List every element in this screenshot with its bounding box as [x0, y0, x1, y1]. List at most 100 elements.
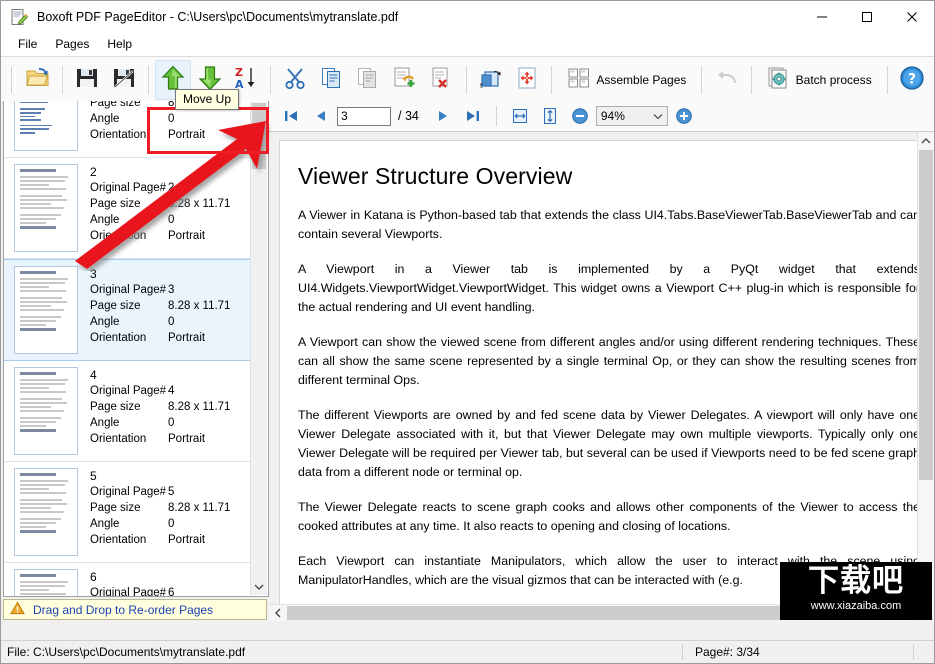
page-size-row: Page size 8.28 x 11.71: [90, 500, 251, 516]
document-paragraph: A Viewport can show the viewed scene fro…: [298, 335, 920, 387]
cut-button[interactable]: [277, 60, 313, 100]
page-size-value: 8.28 x 11.71: [168, 300, 231, 312]
resize-grip[interactable]: [914, 642, 934, 662]
watermark-url: www.xiazaiba.com: [810, 600, 902, 612]
page-navigation-bar: / 34: [269, 101, 934, 132]
page-angle-value: 0: [168, 417, 175, 429]
save-as-disk-icon: [112, 66, 136, 93]
rotate-page-icon: t: [478, 66, 504, 93]
help-button[interactable]: ?: [894, 60, 930, 100]
batch-gear-icon: [767, 66, 791, 93]
insert-pages-button[interactable]: [387, 60, 423, 100]
page-angle-value: 0: [168, 518, 175, 530]
page-original-number-row: Original Page# 6: [90, 585, 251, 596]
chevron-down-icon: [653, 109, 663, 123]
page-original-number-value: 4: [168, 385, 175, 397]
toolbar-separator: [62, 65, 64, 94]
reorder-hint-text: Drag and Drop to Re-order Pages: [33, 602, 214, 617]
page-thumbnail-row[interactable]: 3 Original Page# 3 Page size 8.28 x 11.71 Ang…: [4, 259, 251, 361]
zoom-out-button[interactable]: [566, 103, 594, 129]
page-size-label: Page size: [90, 198, 141, 210]
page-original-number-value: 2: [168, 182, 175, 194]
warning-triangle-icon: [10, 601, 25, 618]
rotate-pages-button[interactable]: t: [473, 60, 509, 100]
page-size-value: 8.28 x 11.71: [168, 502, 231, 514]
page-angle-value: 0: [168, 113, 175, 125]
fit-width-button[interactable]: [506, 103, 534, 129]
toolbar-separator: [148, 65, 149, 94]
fit-height-button[interactable]: [536, 103, 564, 129]
zoom-value: 94%: [600, 109, 625, 123]
maximize-button[interactable]: [844, 1, 889, 33]
page-orientation-value: Portrait: [168, 534, 206, 546]
viewer-vertical-scrollbar[interactable]: [917, 132, 934, 605]
assemble-pages-icon: [567, 66, 591, 93]
page-original-number-row: Original Page# 2: [90, 180, 251, 196]
minimize-button[interactable]: [799, 1, 844, 33]
page-angle-label: Angle: [90, 316, 120, 328]
menu-item-file[interactable]: File: [9, 35, 46, 53]
scissors-icon: [283, 66, 307, 93]
viewer-vscroll-thumb[interactable]: [919, 150, 933, 480]
sidebar-scroll-thumb[interactable]: [252, 103, 266, 169]
chevron-down-icon[interactable]: [251, 578, 267, 595]
page-thumbnail-image: [14, 367, 78, 455]
page-thumbnail-row[interactable]: 6Original Page#6Page size8.28 x 11.71Ang…: [4, 563, 251, 596]
page-orientation-row: Orientation Portrait: [90, 127, 251, 143]
pdf-page: Viewer Structure Overview A Viewer in Ka…: [279, 140, 929, 610]
page-number-input[interactable]: [337, 106, 391, 126]
toolbar-separator: [886, 65, 888, 94]
batch-process-button[interactable]: Batch process: [758, 60, 881, 100]
crop-move-icon: [515, 66, 539, 93]
last-page-button[interactable]: [459, 103, 487, 129]
page-orientation-value: Portrait: [168, 433, 206, 445]
thumbnail-scroll-port: 1Original Page#1Page size8.28 x 11.71Ang…: [4, 101, 251, 596]
undo-button[interactable]: [708, 60, 744, 100]
zoom-in-button[interactable]: [670, 103, 698, 129]
status-page-indicator: Page#: 3/34: [695, 645, 760, 659]
watermark-text: 下载吧: [808, 563, 904, 599]
document-scroll-area[interactable]: Viewer Structure Overview A Viewer in Ka…: [269, 132, 934, 621]
chevron-left-icon[interactable]: [269, 605, 286, 621]
paste-button[interactable]: [350, 60, 386, 100]
page-thumbnail-list[interactable]: 1Original Page#1Page size8.28 x 11.71Ang…: [3, 101, 269, 597]
page-thumbnail-row[interactable]: 5 Original Page# 5 Page size 8.28 x 11.71 Ang…: [4, 462, 251, 563]
page-total-label: / 34: [398, 109, 419, 123]
close-button[interactable]: [889, 1, 934, 33]
page-thumbnail-row[interactable]: 4 Original Page# 4 Page size 8.28 x 11.71 Ang…: [4, 361, 251, 462]
page-thumbnail-row[interactable]: 2 Original Page# 2 Page size 8.28 x 11.71 Ang…: [4, 158, 251, 259]
open-button[interactable]: [20, 60, 56, 100]
chevron-up-icon[interactable]: [918, 132, 934, 149]
copy-button[interactable]: [314, 60, 350, 100]
status-file-path: File: C:\Users\pc\Documents\mytranslate.…: [7, 645, 246, 659]
page-size-label: Page size: [90, 101, 141, 109]
toolbar-grip[interactable]: [11, 66, 16, 93]
page-original-number-label: Original Page#: [90, 182, 167, 194]
save-button[interactable]: [69, 60, 105, 100]
page-original-number-row: Original Page# 5: [90, 484, 251, 500]
sidebar-vertical-scrollbar[interactable]: [250, 102, 267, 595]
page-original-number-label: Original Page#: [90, 587, 167, 596]
page-size-label: Page size: [90, 401, 141, 413]
page-original-number-label: Original Page#: [90, 284, 167, 296]
previous-page-button[interactable]: [307, 103, 335, 129]
page-orientation-label: Orientation: [90, 332, 147, 344]
next-page-button[interactable]: [429, 103, 457, 129]
save-as-button[interactable]: [106, 60, 142, 100]
page-original-number-value: 5: [168, 486, 175, 498]
watermark: 下载吧 www.xiazaiba.com: [780, 562, 932, 620]
document-title: Viewer Structure Overview: [298, 163, 573, 189]
assemble-pages-button[interactable]: Assemble Pages: [558, 60, 695, 100]
delete-pages-button[interactable]: [423, 60, 459, 100]
zoom-select[interactable]: 94%: [595, 106, 668, 126]
window-controls: [799, 1, 934, 33]
page-orientation-value: Portrait: [168, 230, 206, 242]
copy-pages-icon: [320, 66, 344, 93]
menu-item-help[interactable]: Help: [98, 35, 141, 53]
crop-pages-button[interactable]: [509, 60, 545, 100]
first-page-button[interactable]: [277, 103, 305, 129]
menu-item-pages[interactable]: Pages: [46, 35, 98, 53]
svg-text:?: ?: [908, 72, 916, 88]
batch-process-label: Batch process: [795, 72, 872, 87]
page-orientation-value: Portrait: [168, 129, 206, 141]
